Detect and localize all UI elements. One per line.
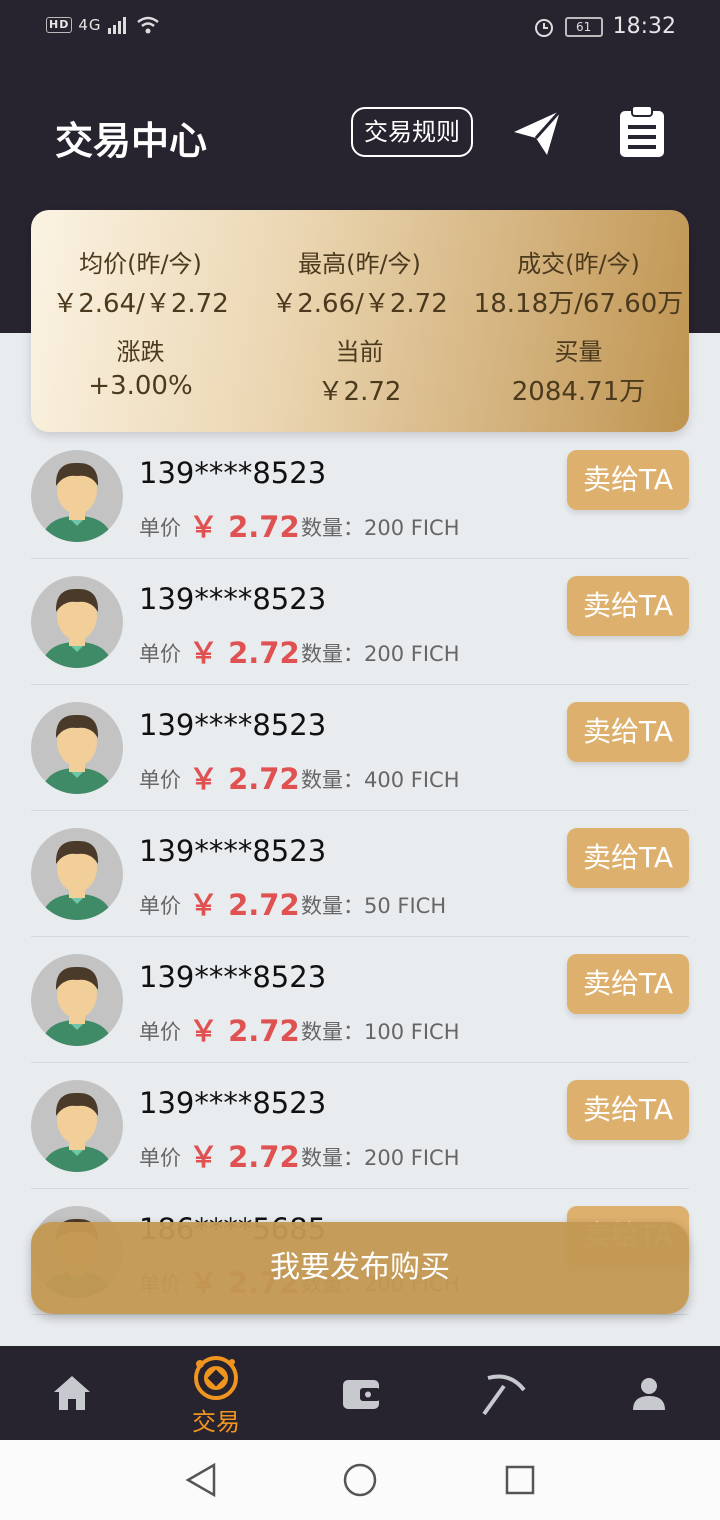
avatar xyxy=(31,828,123,920)
user-phone: 139****8523 xyxy=(139,582,327,616)
stat-volume: 成交(昨/今) 18.18万/67.60万 xyxy=(469,244,688,320)
stat-value: ￥2.72 xyxy=(317,377,402,407)
alarm-icon xyxy=(534,18,553,37)
user-phone: 139****8523 xyxy=(139,708,327,742)
tab-trade[interactable]: 交易 xyxy=(144,1346,288,1440)
quantity: 数量：50 FICH xyxy=(301,894,447,918)
list-item: 139****8523 单价 ￥ 2.72 数量：200 FICH 卖给TA xyxy=(31,1062,689,1189)
tab-wallet[interactable] xyxy=(288,1346,432,1440)
market-summary-card: 均价(昨/今) ￥2.64/￥2.72 最高(昨/今) ￥2.66/￥2.72 成交… xyxy=(31,210,689,432)
user-avatar-icon xyxy=(41,462,113,542)
unit-price: ￥ 2.72 xyxy=(189,1140,300,1174)
signal-icon xyxy=(107,17,126,34)
user-phone: 139****8523 xyxy=(139,834,327,868)
home-nav-icon[interactable] xyxy=(342,1462,378,1498)
price-label: 单价 xyxy=(139,768,181,792)
avatar xyxy=(31,576,123,668)
home-icon xyxy=(54,1376,90,1410)
recents-icon[interactable] xyxy=(504,1464,536,1496)
quantity: 数量：100 FICH xyxy=(301,1020,460,1044)
user-icon xyxy=(633,1378,665,1410)
tab-profile[interactable] xyxy=(576,1346,720,1440)
order-list-button[interactable] xyxy=(614,105,670,161)
user-avatar-icon xyxy=(41,966,113,1046)
user-avatar-icon xyxy=(41,714,113,794)
price-label: 单价 xyxy=(139,894,181,918)
send-button[interactable] xyxy=(510,105,566,161)
battery-indicator: 61 xyxy=(564,16,603,37)
stat-high: 最高(昨/今) ￥2.66/￥2.72 xyxy=(250,244,469,320)
unit-price: ￥ 2.72 xyxy=(189,1014,300,1048)
back-icon[interactable] xyxy=(184,1462,218,1498)
wifi-icon xyxy=(136,16,159,34)
stat-buy-volume: 买量 2084.71万 xyxy=(469,332,688,408)
stat-label: 买量 xyxy=(554,338,603,366)
publish-buy-button[interactable]: 我要发布购买 xyxy=(31,1222,689,1314)
avatar xyxy=(31,702,123,794)
tab-label: 交易 xyxy=(192,1408,240,1436)
quantity: 数量：200 FICH xyxy=(301,642,460,666)
stat-current: 当前 ￥2.72 xyxy=(250,332,469,408)
list-item: 139****8523 单价 ￥ 2.72 数量：400 FICH 卖给TA xyxy=(31,684,689,811)
stat-label: 当前 xyxy=(335,338,384,366)
user-avatar-icon xyxy=(41,588,113,668)
stat-value: 18.18万/67.60万 xyxy=(473,289,684,319)
stat-change: 涨跌 +3.00% xyxy=(31,332,250,401)
price-label: 单价 xyxy=(139,1146,181,1170)
wallet-icon xyxy=(343,1380,380,1409)
stat-label: 均价(昨/今) xyxy=(79,250,202,278)
price-label: 单价 xyxy=(139,516,181,540)
user-avatar-icon xyxy=(41,840,113,920)
sell-to-button[interactable]: 卖给TA xyxy=(567,450,689,510)
unit-price: ￥ 2.72 xyxy=(189,888,300,922)
sell-to-button[interactable]: 卖给TA xyxy=(567,954,689,1014)
page-title: 交易中心 xyxy=(55,119,208,163)
tab-mining[interactable] xyxy=(432,1346,576,1440)
hd-indicator: HD xyxy=(46,17,73,33)
status-bar: HD 4G 61 18:32 xyxy=(0,0,720,58)
stat-value: ￥2.64/￥2.72 xyxy=(52,289,229,319)
pickaxe-icon xyxy=(482,1374,526,1416)
stat-label: 成交(昨/今) xyxy=(517,250,640,278)
paper-plane-icon xyxy=(514,110,562,155)
stat-average: 均价(昨/今) ￥2.64/￥2.72 xyxy=(31,244,250,320)
stat-value: +3.00% xyxy=(88,371,193,401)
user-phone: 139****8523 xyxy=(139,960,327,994)
list-item: 139****8523 单价 ￥ 2.72 数量：200 FICH 卖给TA xyxy=(31,432,689,559)
bottom-tab-bar: 交易 xyxy=(0,1346,720,1440)
avatar xyxy=(31,450,123,542)
stat-value: 2084.71万 xyxy=(511,377,646,407)
avatar xyxy=(31,1080,123,1172)
stat-label: 最高(昨/今) xyxy=(298,250,421,278)
user-phone: 139****8523 xyxy=(139,456,327,490)
quantity: 数量：200 FICH xyxy=(301,1146,460,1170)
stat-value: ￥2.66/￥2.72 xyxy=(271,289,448,319)
user-phone: 139****8523 xyxy=(139,1086,327,1120)
clock: 18:32 xyxy=(612,14,676,39)
price-label: 单价 xyxy=(139,642,181,666)
avatar xyxy=(31,954,123,1046)
list-item: 139****8523 单价 ￥ 2.72 数量：200 FICH 卖给TA xyxy=(31,558,689,685)
price-label: 单价 xyxy=(139,1020,181,1044)
sell-to-button[interactable]: 卖给TA xyxy=(567,1080,689,1140)
tab-home[interactable] xyxy=(0,1346,144,1440)
sell-to-button[interactable]: 卖给TA xyxy=(567,828,689,888)
trade-rules-button[interactable]: 交易规则 xyxy=(351,107,473,157)
unit-price: ￥ 2.72 xyxy=(189,762,300,796)
unit-price: ￥ 2.72 xyxy=(189,510,300,544)
system-navigation-bar xyxy=(0,1440,720,1520)
quantity: 数量：400 FICH xyxy=(301,768,460,792)
list-item: 139****8523 单价 ￥ 2.72 数量：100 FICH 卖给TA xyxy=(31,936,689,1063)
unit-price: ￥ 2.72 xyxy=(189,636,300,670)
sell-to-button[interactable]: 卖给TA xyxy=(567,576,689,636)
quantity: 数量：200 FICH xyxy=(301,516,460,540)
list-item: 139****8523 单价 ￥ 2.72 数量：50 FICH 卖给TA xyxy=(31,810,689,937)
trade-icon xyxy=(194,1356,238,1400)
user-avatar-icon xyxy=(41,1092,113,1172)
clipboard-icon xyxy=(620,105,664,157)
sell-to-button[interactable]: 卖给TA xyxy=(567,702,689,762)
stat-label: 涨跌 xyxy=(116,338,165,366)
network-label: 4G xyxy=(78,16,102,34)
